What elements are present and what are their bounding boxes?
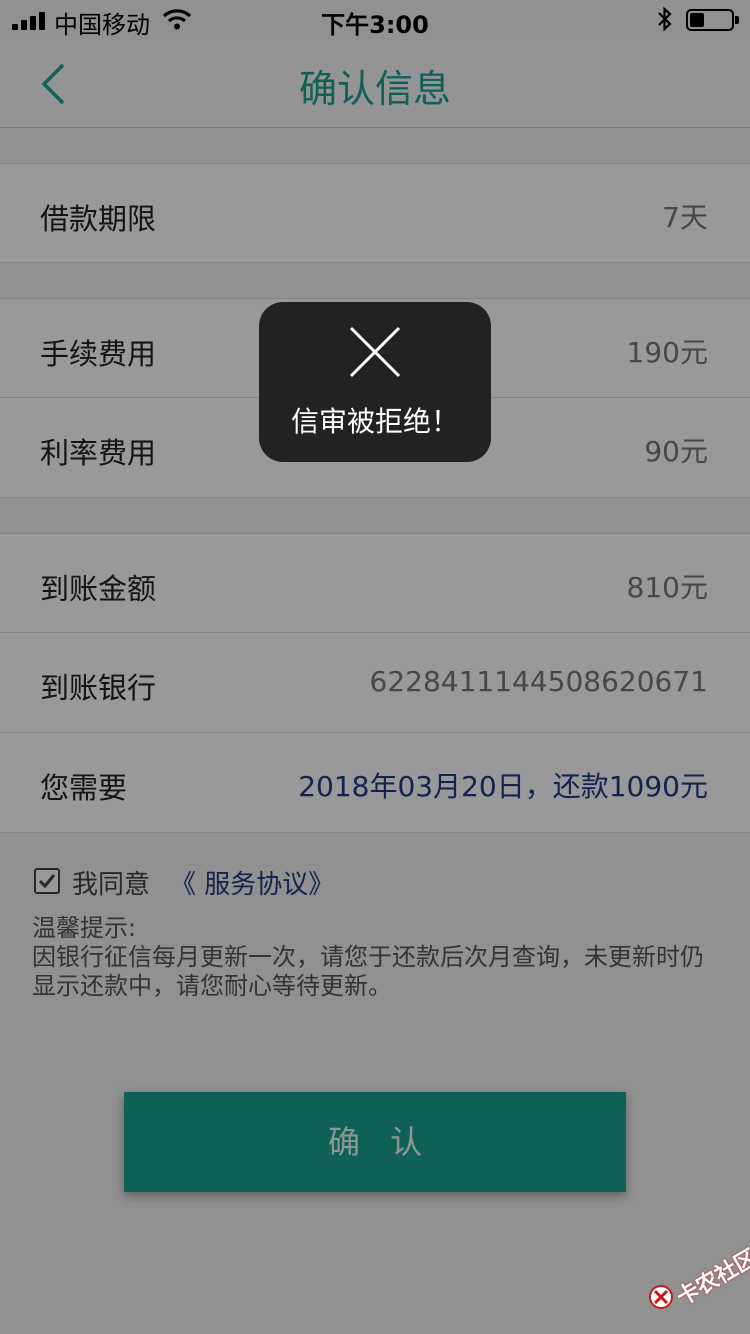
watermark-logo-icon: [649, 1285, 673, 1309]
toast-message: 信审被拒绝！: [290, 405, 459, 438]
close-icon: [349, 326, 401, 378]
overlay-mask: [0, 0, 750, 1334]
watermark-text: 卡农社区: [672, 1245, 750, 1311]
watermark: 卡农社区: [648, 1245, 750, 1316]
rejection-toast: 信审被拒绝！: [259, 302, 491, 462]
